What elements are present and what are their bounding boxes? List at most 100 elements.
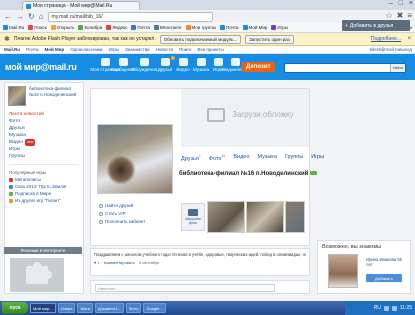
url-input[interactable]: my.mail.ru/mail/bib_16/ (47, 11, 213, 22)
become-vip-link[interactable]: Стать VIP (99, 210, 145, 218)
sidebar-user-name[interactable]: библиотека-филиал №16 п.Новоделинский (29, 86, 79, 106)
sidebar-item-music[interactable]: Музыка (9, 132, 79, 139)
sidebar-item-games[interactable]: Игры (9, 146, 79, 153)
taskbar-item[interactable]: Опера (57, 303, 76, 313)
reload-icon[interactable]: ↻ (28, 12, 35, 21)
start-button[interactable]: пуск (2, 302, 28, 314)
taskbar-item[interactable]: Word (77, 303, 93, 313)
photo-thumbnail[interactable] (207, 201, 245, 233)
status-text: Поздравляем с началом учебного года! Усп… (94, 252, 306, 257)
home-icon[interactable]: ⌂ (39, 12, 44, 21)
taskbar-item[interactable]: Google... (143, 303, 166, 313)
tab-music[interactable]: Музыка (257, 154, 276, 162)
add-friend-button[interactable]: + Добавить в друзья (342, 20, 410, 31)
like-button[interactable]: ♥ 1 (94, 260, 100, 265)
bookmark-item[interactable]: Игры (271, 25, 288, 30)
volume-icon[interactable] (391, 305, 397, 311)
profile-tabs: Друзья1 Фото84 Видео Музыка Группы Игры (181, 154, 324, 162)
ad-image[interactable] (10, 258, 64, 292)
bookmark-item[interactable]: Почта (220, 25, 239, 30)
logout-link[interactable]: выход (399, 47, 412, 52)
portal-link[interactable]: Знакомства (125, 47, 149, 52)
cover-upload[interactable]: Загрузи обложку (181, 89, 309, 147)
portal-link[interactable]: Все проекты (197, 47, 223, 52)
forward-icon[interactable]: → (16, 12, 24, 21)
portal-link[interactable]: Mail.Ru (4, 47, 20, 52)
search-button[interactable]: Найти (390, 64, 405, 72)
browser-tab[interactable]: Моя страница - Мой мир@Mail.Ru (22, 1, 140, 10)
topup-link[interactable]: Пополнить кабинет (99, 218, 145, 226)
bookmark-item[interactable]: Колибри (78, 25, 102, 30)
taskbar-item[interactable]: Мой мир... (30, 303, 56, 313)
menu-icon[interactable]: ≡ (407, 11, 412, 20)
sidebar-item-photo[interactable]: Фото (9, 118, 79, 125)
bookmark-icon (131, 25, 137, 30)
sidebar-item-friends[interactable]: Друзья (9, 125, 79, 132)
sidebar-item-feed[interactable]: Лента новостей (9, 111, 79, 118)
portal-link[interactable]: Поиск (179, 47, 191, 52)
tab-video[interactable]: Видео (233, 154, 249, 162)
sidebar-item-groups[interactable]: Группы (9, 153, 79, 160)
tab-games[interactable]: Игры (311, 154, 324, 162)
new-badge: new (25, 139, 36, 146)
tab-groups[interactable]: Группы (285, 154, 303, 162)
bookmark-item[interactable]: Яндекс (106, 25, 127, 30)
photo-thumbnail[interactable] (285, 201, 305, 233)
suggested-avatar[interactable] (328, 254, 358, 288)
puzzle-icon (26, 262, 52, 284)
portal-link[interactable]: Одноклассники (70, 47, 102, 52)
run-once-button[interactable]: Запустить один раз (245, 34, 294, 44)
plugin-notice-bar: ✱ Плагин Adobe Flash Player заблокирован… (0, 33, 415, 46)
avatar[interactable] (8, 86, 26, 106)
minimize-icon[interactable]: – (389, 0, 393, 7)
comment-link[interactable]: Комментировать (104, 260, 135, 265)
photo-thumbnail[interactable] (246, 201, 284, 233)
profile-photo[interactable] (97, 124, 173, 194)
bookmark-item[interactable]: Mail.Ru (3, 25, 24, 30)
bookmark-item[interactable]: Мои группы (185, 25, 216, 30)
portal-link[interactable]: Новости (156, 47, 173, 52)
search-input[interactable]: Найти (284, 63, 406, 73)
sidebar-game-item[interactable]: Сказ 2014: Пусть Земля! (9, 183, 79, 190)
sidebar-item-video[interactable]: Видео new (9, 139, 79, 146)
taskbar-item[interactable]: Документ1... (94, 303, 125, 313)
language-indicator[interactable]: RU (374, 305, 381, 311)
bookmark-item[interactable]: ВКонтакте (153, 25, 182, 30)
star-icon[interactable]: ☆ (385, 11, 392, 20)
bookmark-item[interactable]: Поиск (28, 25, 47, 30)
game-icon (9, 191, 13, 196)
portal-link[interactable]: Игры (108, 47, 119, 52)
find-friends-link[interactable]: Найти друзей (99, 202, 145, 210)
extension-icon[interactable]: ✖ (397, 11, 404, 20)
profile-card: Загрузи обложку Друзья1 Фото84 Видео Муз… (90, 88, 324, 246)
bookmark-item[interactable]: Мой Мир (242, 25, 267, 30)
portal-link[interactable]: Почта (26, 47, 39, 52)
status-post: Поздравляем с началом учебного года! Усп… (90, 248, 310, 276)
suggested-name[interactable]: Ирина Иванова 55 лет (366, 257, 408, 267)
clock[interactable]: 11:25 (400, 305, 412, 311)
portal-link[interactable]: Мой Мир (45, 47, 65, 52)
sidebar-game-item[interactable]: Подписка в Мире (9, 190, 79, 197)
sidebar-game-item[interactable]: Мегаполисы (9, 176, 79, 183)
close-icon[interactable]: × (409, 0, 413, 7)
add-suggested-button[interactable]: Добавить (366, 274, 402, 282)
maximize-icon[interactable]: □ (399, 0, 403, 7)
bookmark-item[interactable]: Почта (131, 25, 150, 30)
more-info-link[interactable]: Подробнее... (371, 36, 401, 42)
tab-photo[interactable]: Фото84 (209, 154, 226, 162)
close-notice-icon[interactable]: × (407, 36, 411, 42)
site-logo[interactable]: мой мир@mail.ru (5, 62, 77, 72)
sidebar-game-item[interactable]: Из других игр "Гигант" (9, 197, 79, 204)
profile-actions: Найти друзей Стать VIP Пополнить кабинет (99, 202, 145, 226)
update-plugin-button[interactable]: Обновить подключаемый модуль... (159, 34, 242, 44)
user-email[interactable]: bib16@mail.ru (370, 47, 399, 52)
post-input[interactable]: Написать... (95, 284, 275, 292)
network-icon[interactable] (383, 305, 389, 311)
taskbar-item[interactable]: Фото (126, 303, 142, 313)
bookmark-icon (28, 25, 34, 30)
back-icon[interactable]: ← (4, 12, 12, 21)
tab-friends[interactable]: Друзья1 (181, 154, 201, 162)
deposit-button[interactable]: Депозит (242, 62, 275, 72)
bookmark-item[interactable]: Открыть (50, 25, 74, 30)
upload-photo-button[interactable]: Загрузить фото (181, 203, 205, 231)
